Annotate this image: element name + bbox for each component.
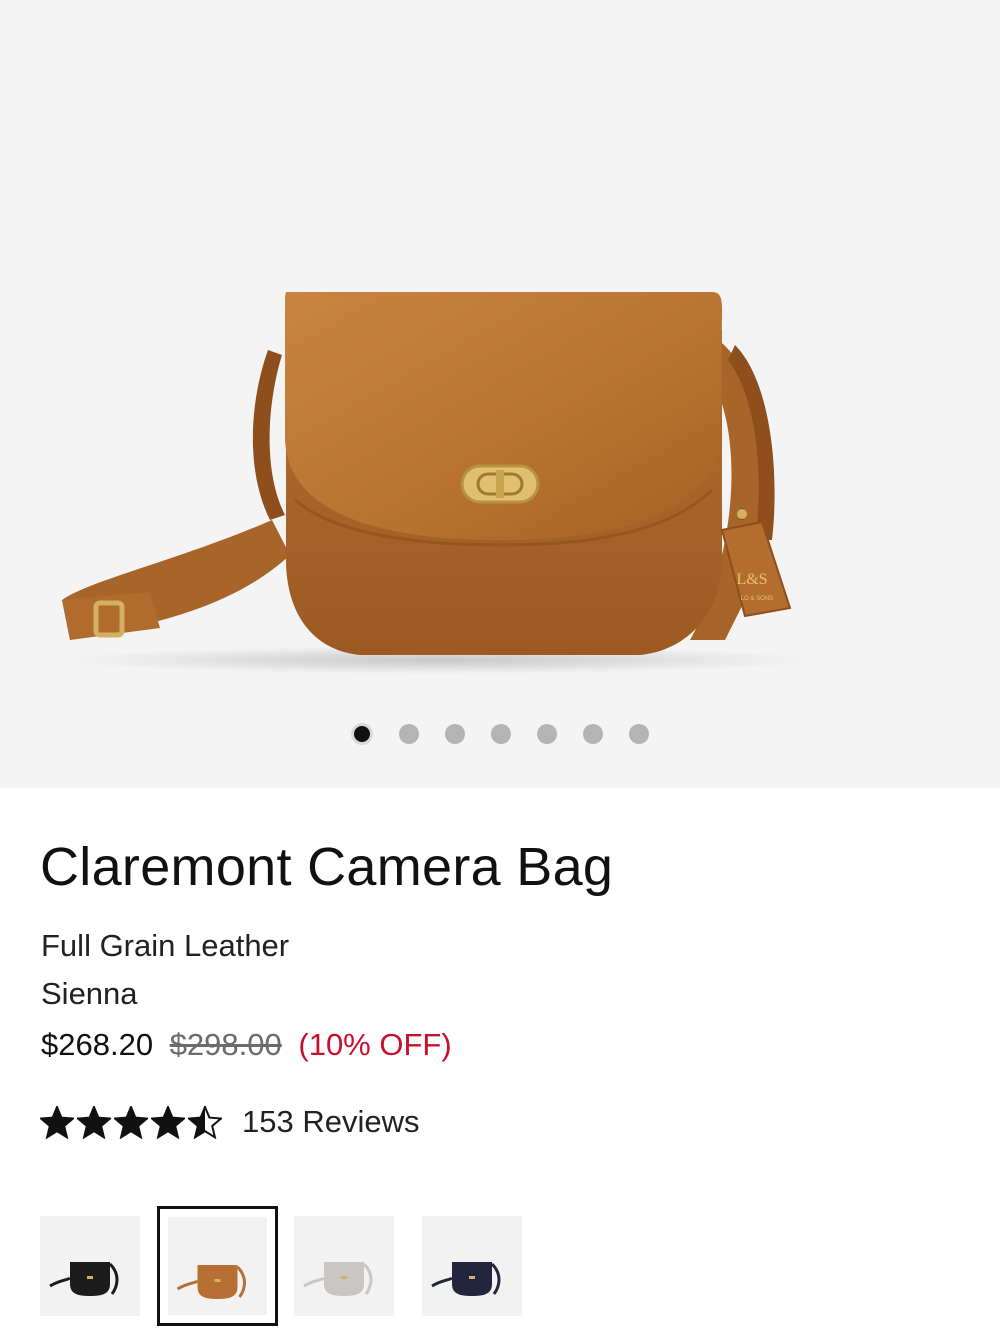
gallery-dot-1[interactable] [351,723,373,745]
color-swatches [0,1206,1000,1333]
gallery-dot-7[interactable] [629,724,649,744]
product-title: Claremont Camera Bag [40,837,614,897]
star-full-icon [40,1105,74,1139]
swatch-bag-thumbnail [303,1262,373,1296]
swatch-bag-thumbnail [176,1265,246,1299]
swatch-bag-thumbnail [49,1262,119,1296]
original-price: $298.00 [169,1027,282,1062]
product-image: L&S LO & SONS [60,292,820,674]
gallery-dot-5[interactable] [537,724,557,744]
discount-label: (10% OFF) [298,1027,452,1062]
product-material: Full Grain Leather [41,928,290,963]
grey-swatch[interactable] [294,1216,394,1316]
rating-row[interactable]: 153 Reviews [40,1102,419,1142]
navy-swatch[interactable] [422,1216,522,1316]
sienna-swatch[interactable] [157,1206,278,1326]
reviews-link[interactable]: 153 Reviews [242,1104,419,1140]
tag-monogram: L&S [736,571,767,588]
black-swatch[interactable] [40,1216,140,1316]
price-row: $268.20 $298.00 (10% OFF) [41,1027,452,1063]
tag-brand: LO & SONS [741,596,773,602]
gallery-pagination [0,722,1000,746]
star-full-icon [77,1105,111,1139]
product-image-gallery[interactable]: L&S LO & SONS [0,0,1000,788]
product-color: Sienna [41,976,138,1011]
star-full-icon [114,1105,148,1139]
star-full-icon [151,1105,185,1139]
gallery-dot-2[interactable] [399,724,419,744]
gallery-dot-6[interactable] [583,724,603,744]
swatch-bag-thumbnail [431,1262,501,1296]
sale-price: $268.20 [41,1027,154,1062]
star-rating [40,1105,222,1139]
gallery-dot-3[interactable] [445,724,465,744]
star-half-icon [188,1105,222,1139]
gallery-dot-4[interactable] [491,724,511,744]
